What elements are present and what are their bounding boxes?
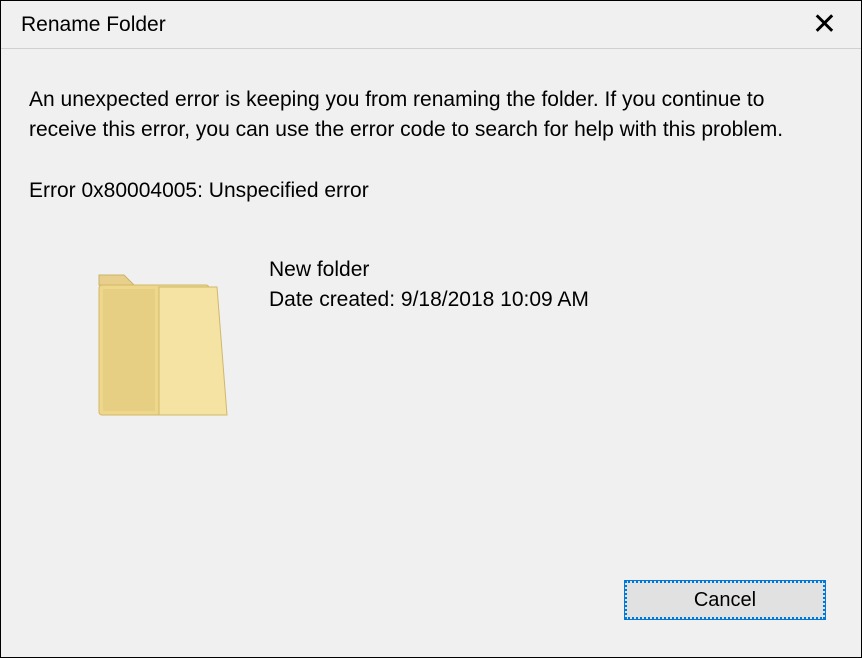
button-row: Cancel (29, 581, 833, 637)
error-code: Error 0x80004005: Unspecified error (29, 176, 833, 205)
titlebar: Rename Folder ✕ (1, 1, 861, 49)
cancel-button[interactable]: Cancel (625, 581, 825, 619)
item-date: Date created: 9/18/2018 10:09 AM (269, 285, 589, 314)
rename-folder-dialog: Rename Folder ✕ An unexpected error is k… (0, 0, 862, 658)
dialog-body: An unexpected error is keeping you from … (1, 49, 861, 657)
close-icon[interactable]: ✕ (804, 10, 845, 40)
item-name: New folder (269, 255, 589, 284)
item-row: New folder Date created: 9/18/2018 10:09… (29, 255, 833, 425)
error-message: An unexpected error is keeping you from … (29, 85, 833, 146)
dialog-title: Rename Folder (21, 13, 166, 37)
folder-icon (89, 255, 229, 425)
item-info: New folder Date created: 9/18/2018 10:09… (269, 255, 589, 314)
